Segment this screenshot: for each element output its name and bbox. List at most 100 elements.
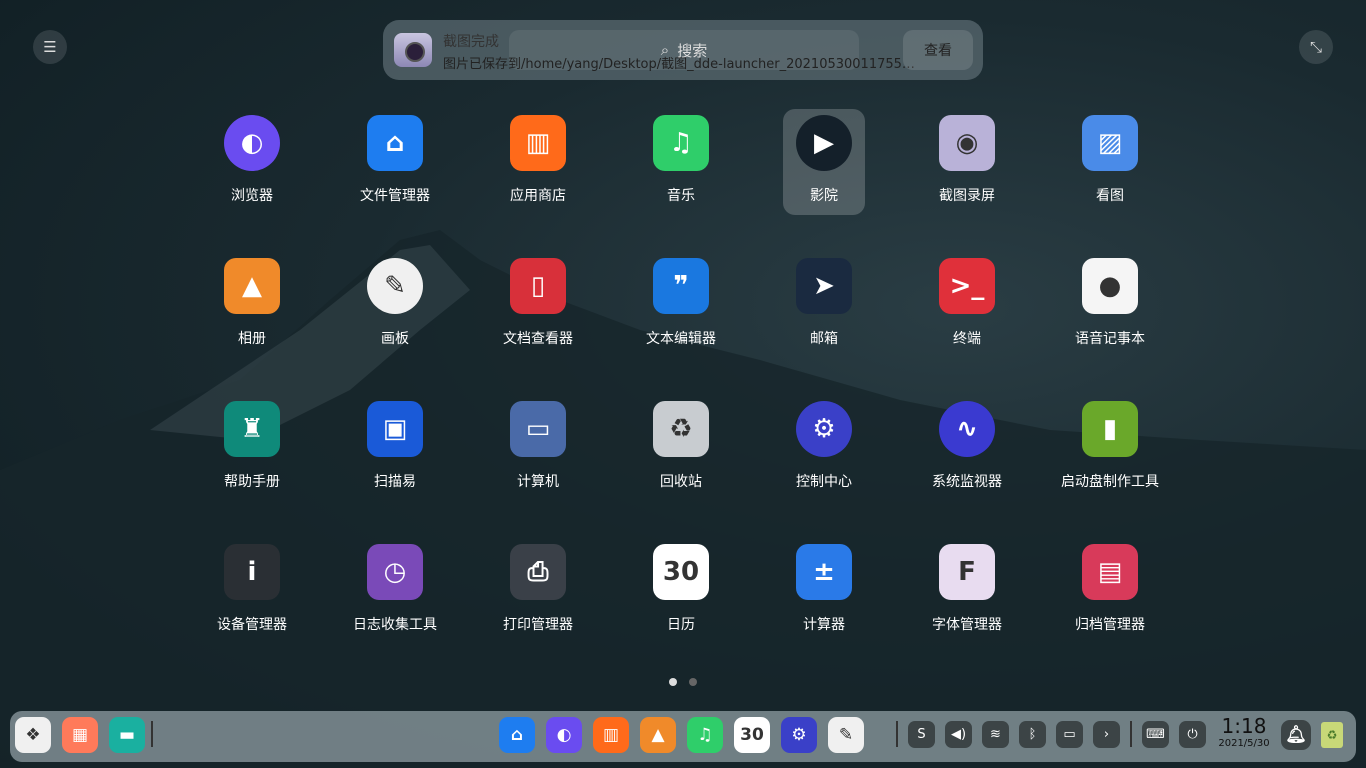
app-item[interactable]: ▶ 影院 (783, 109, 865, 215)
app-item[interactable]: ▥ 应用商店 (497, 109, 579, 215)
app-item[interactable]: ♫ 音乐 (640, 109, 722, 215)
dock-bluetooth[interactable]: ᛒ (1019, 721, 1046, 748)
app-item[interactable]: F 字体管理器 (926, 538, 1008, 644)
app-item[interactable]: ⎙ 打印管理器 (497, 538, 579, 644)
dock-wifi[interactable]: ≋ (982, 721, 1009, 748)
notification-center-button[interactable]: 🔔︎ (1281, 720, 1311, 750)
trash-button[interactable]: ♻ (1321, 722, 1343, 748)
dock-album[interactable]: ▲ (640, 717, 676, 753)
app-label: 终端 (953, 331, 981, 347)
dock-battery[interactable]: ▭ (1056, 721, 1083, 748)
dock-draw[interactable]: ✎ (828, 717, 864, 753)
calendar-icon: 30 (740, 725, 764, 745)
power-icon: ⏻ (1187, 727, 1198, 742)
page-indicator (669, 678, 697, 686)
app-item[interactable]: 30 日历 (640, 538, 722, 644)
app-label: 日志收集工具 (353, 617, 437, 633)
music-icon: ♫ (697, 725, 713, 745)
app-item[interactable]: ⚙ 控制中心 (783, 395, 865, 501)
draw-icon: ✎ (838, 725, 854, 745)
multitask-view-icon: ▦ (71, 725, 89, 745)
app-item[interactable]: ▮ 启动盘制作工具 (1061, 395, 1159, 501)
app-label: 文件管理器 (360, 188, 430, 204)
app-icon: ◷ (367, 544, 423, 600)
app-icon: 30 (653, 544, 709, 600)
app-icon: ▭ (510, 401, 566, 457)
app-item[interactable]: ∿ 系统监视器 (926, 395, 1008, 501)
app-item[interactable]: ▭ 计算机 (497, 395, 579, 501)
app-item[interactable]: ✎ 画板 (354, 252, 436, 358)
app-icon: ▨ (1082, 115, 1138, 171)
app-icon: ▯ (510, 258, 566, 314)
app-label: 计算机 (517, 474, 559, 490)
app-icon: ● (1082, 258, 1138, 314)
app-item[interactable]: ± 计算器 (783, 538, 865, 644)
app-icon: ✎ (367, 258, 423, 314)
exit-fullscreen-button[interactable]: ⤡ (1299, 30, 1333, 64)
app-item[interactable]: ◉ 截图录屏 (926, 109, 1008, 215)
app-item[interactable]: ● 语音记事本 (1069, 252, 1151, 358)
dock-show-desktop[interactable]: ▬ (109, 717, 145, 753)
app-item[interactable]: ⌂ 文件管理器 (354, 109, 436, 215)
app-icon: ➤ (796, 258, 852, 314)
app-label: 浏览器 (231, 188, 273, 204)
app-item[interactable]: ▣ 扫描易 (354, 395, 436, 501)
view-button[interactable]: 查看 (903, 30, 973, 70)
dock-expand[interactable]: › (1093, 721, 1120, 748)
dock-keyboard[interactable]: ⌨ (1142, 721, 1169, 748)
dock-volume[interactable]: ◀) (945, 721, 972, 748)
app-icon: ⚙ (796, 401, 852, 457)
app-icon: ▮ (1082, 401, 1138, 457)
page-dot[interactable] (669, 678, 677, 686)
app-icon: ± (796, 544, 852, 600)
dock-control-center[interactable]: ⚙ (781, 717, 817, 753)
dock-music[interactable]: ♫ (687, 717, 723, 753)
input-method-icon: S (917, 727, 926, 742)
app-item[interactable]: >_ 终端 (926, 252, 1008, 358)
app-icon: ▲ (224, 258, 280, 314)
app-item[interactable]: i 设备管理器 (211, 538, 293, 644)
app-item[interactable]: ◷ 日志收集工具 (353, 538, 437, 644)
dock-file-manager[interactable]: ⌂ (499, 717, 535, 753)
dock-launcher[interactable]: ❖ (15, 717, 51, 753)
dock-calendar[interactable]: 30 (734, 717, 770, 753)
app-item[interactable]: ▲ 相册 (211, 252, 293, 358)
bell-icon: 🔔︎ (1285, 725, 1307, 745)
app-label: 截图录屏 (939, 188, 995, 204)
trash-icon: ♻ (1326, 728, 1338, 742)
app-label: 应用商店 (510, 188, 566, 204)
clock-time: 1:18 (1221, 714, 1267, 738)
clock[interactable]: 1:18 2021/5/30 (1214, 714, 1274, 749)
app-item[interactable]: ◐ 浏览器 (211, 109, 293, 215)
dock-input-method[interactable]: S (908, 721, 935, 748)
dock-app-store[interactable]: ▥ (593, 717, 629, 753)
app-label: 影院 (810, 188, 838, 204)
app-icon: ◐ (224, 115, 280, 171)
expand-icon: › (1103, 727, 1110, 742)
app-item[interactable]: ♻ 回收站 (640, 395, 722, 501)
app-item[interactable]: ▯ 文档查看器 (497, 252, 579, 358)
app-icon: ∿ (939, 401, 995, 457)
app-item[interactable]: ▨ 看图 (1069, 109, 1151, 215)
page-dot[interactable] (689, 678, 697, 686)
app-label: 启动盘制作工具 (1061, 474, 1159, 490)
launcher-icon: ❖ (25, 725, 41, 745)
dock-multitask-view[interactable]: ▦ (62, 717, 98, 753)
app-item[interactable]: ▤ 归档管理器 (1069, 538, 1151, 644)
app-icon: i (224, 544, 280, 600)
battery-icon: ▭ (1063, 727, 1076, 742)
notification-body: 图片已保存到/home/yang/Desktop/截图_dde-launcher… (443, 57, 915, 72)
dock-power[interactable]: ⏻ (1179, 721, 1206, 748)
dock-browser[interactable]: ◐ (546, 717, 582, 753)
category-view-button[interactable]: ☰ (33, 30, 67, 64)
app-item[interactable]: ♜ 帮助手册 (211, 395, 293, 501)
app-label: 控制中心 (796, 474, 852, 490)
show-desktop-icon: ▬ (118, 725, 136, 745)
app-item[interactable]: ❞ 文本编辑器 (640, 252, 722, 358)
app-icon: ⌂ (367, 115, 423, 171)
keyboard-icon: ⌨ (1146, 727, 1165, 742)
app-icon: ♜ (224, 401, 280, 457)
app-item[interactable]: ➤ 邮箱 (783, 252, 865, 358)
app-store-icon: ▥ (602, 725, 620, 745)
dock-separator (896, 721, 898, 747)
